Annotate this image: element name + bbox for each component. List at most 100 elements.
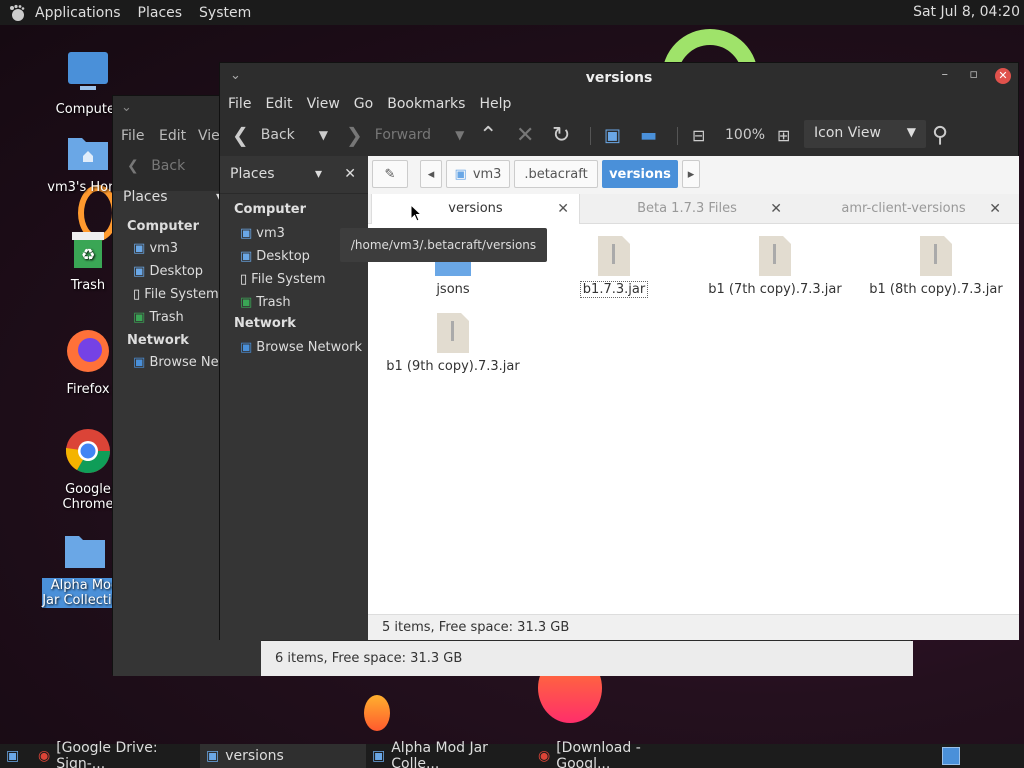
back-button[interactable]: ❮ Back — [127, 158, 185, 174]
close-icon[interactable]: ✕ — [995, 68, 1011, 84]
zoom-out-icon[interactable]: ⊟ — [692, 119, 705, 151]
drive-icon: ▯ — [133, 287, 141, 302]
home-folder-icon[interactable]: ▣ — [604, 119, 621, 151]
sidebar-item-label: Desktop — [256, 249, 310, 264]
tab-amr-client-versions[interactable]: amr-client-versions ✕ — [796, 194, 1011, 224]
taskbar-item-download[interactable]: ◉ [Download - Googl... — [532, 740, 698, 768]
tab-label: versions — [448, 201, 503, 216]
taskbar-item-label: Alpha Mod Jar Colle... — [391, 740, 488, 768]
close-tab-icon[interactable]: ✕ — [770, 194, 782, 224]
sidebar-item-browse-network[interactable]: ▣ Browse Network — [220, 336, 368, 359]
folder-icon — [65, 536, 105, 568]
close-tab-icon[interactable]: ✕ — [989, 194, 1001, 224]
home-folder-icon — [68, 138, 108, 170]
path-segment-betacraft[interactable]: .betacraft — [514, 160, 598, 188]
applications-menu[interactable]: Applications — [35, 5, 121, 21]
back-label: Back — [151, 158, 186, 174]
close-sidebar-icon[interactable]: ✕ — [344, 156, 356, 192]
trash-icon: ▣ — [133, 310, 146, 325]
archive-icon — [759, 236, 791, 276]
menu-file[interactable]: File — [121, 128, 144, 144]
sidebar-item-trash[interactable]: ▣ Trash — [220, 291, 368, 314]
window-title[interactable]: versions — [220, 63, 1018, 93]
zoom-in-icon[interactable]: ⊞ — [777, 119, 790, 151]
desktop-icon: ▣ — [6, 748, 20, 764]
path-segment-versions[interactable]: versions — [602, 160, 678, 188]
edit-icon: ✎ — [384, 166, 396, 182]
main-file-manager-window[interactable]: versions ⌄ – ▫ ✕ File Edit View Go Bookm… — [219, 62, 1019, 640]
desktop-folder-icon: ▣ — [240, 249, 253, 264]
window-menu-chevron-icon[interactable]: ⌄ — [121, 100, 132, 115]
computer-icon[interactable]: ▬ — [640, 119, 657, 151]
back-history-chevron-icon[interactable]: ▼ — [319, 128, 328, 142]
menu-view[interactable]: View — [307, 96, 340, 112]
toolbar: ❮ Back ▼ ❯ Forward ▼ ⌃ ✕ ↻ ▣ ▬ ⊟ 100% ⊞ … — [220, 119, 1018, 155]
trash-icon: ♻ — [72, 232, 104, 268]
workspace-switcher[interactable] — [936, 744, 960, 768]
menu-help[interactable]: Help — [479, 96, 511, 112]
minimize-icon[interactable]: – — [942, 67, 949, 82]
forward-label: Forward — [374, 127, 432, 143]
path-scroll-left-button[interactable]: ◂ — [420, 160, 442, 188]
taskbar-item-alpha-mod[interactable]: ▣ Alpha Mod Jar Colle... — [366, 740, 532, 768]
chrome-icon: ◉ — [38, 748, 51, 764]
show-desktop-button[interactable]: ▣ — [0, 744, 26, 768]
top-panel: Applications Places System Sat Jul 8, 04… — [0, 0, 1024, 25]
places-header-label: Places — [123, 189, 168, 205]
archive-icon — [598, 236, 630, 276]
places-menu[interactable]: Places — [138, 5, 183, 21]
view-mode-select[interactable]: Icon View ▼ — [804, 120, 926, 148]
stop-icon[interactable]: ✕ — [516, 119, 534, 151]
file-name: b1.7.3.jar — [579, 281, 649, 298]
menu-go[interactable]: Go — [354, 96, 373, 112]
toggle-location-entry-button[interactable]: ✎ — [372, 160, 408, 188]
trash-icon: ▣ — [240, 295, 253, 310]
menu-edit[interactable]: Edit — [265, 96, 292, 112]
taskbar-item-label: [Download - Googl... — [556, 740, 641, 768]
taskbar-item-label: versions — [225, 748, 284, 764]
search-icon[interactable]: ⚲ — [932, 119, 948, 151]
home-folder-icon: ▣ — [240, 226, 253, 241]
gnome-foot-icon[interactable] — [8, 4, 26, 22]
forward-button[interactable]: ❯ Forward ▼ — [346, 119, 464, 151]
forward-history-chevron-icon[interactable]: ▼ — [455, 128, 464, 142]
file-item-b1-9th-copy-jar[interactable]: b1 (9th copy).7.3.jar — [378, 311, 528, 374]
tab-label: Beta 1.7.3 Files — [637, 201, 737, 216]
path-scroll-right-button[interactable]: ▸ — [682, 160, 700, 188]
chevron-right-icon: ▸ — [687, 166, 695, 182]
file-item-b1-7-3-jar[interactable]: b1.7.3.jar — [539, 234, 689, 298]
menu-bookmarks[interactable]: Bookmarks — [387, 96, 465, 112]
sidebar-item-filesystem[interactable]: ▯ File System — [220, 268, 368, 291]
tab-beta-files[interactable]: Beta 1.7.3 Files ✕ — [582, 194, 792, 224]
back-button[interactable]: ❮ Back ▼ — [232, 119, 328, 151]
file-grid: jsons b1.7.3.jar b1 (7th copy).7.3.jar b… — [368, 224, 1019, 610]
taskbar-item-google-drive[interactable]: ◉ [Google Drive: Sign-... — [32, 740, 198, 768]
places-header-label: Places — [230, 166, 275, 182]
menu-edit[interactable]: Edit — [159, 128, 186, 144]
close-tab-icon[interactable]: ✕ — [557, 194, 569, 224]
tab-versions[interactable]: versions ✕ — [371, 194, 580, 224]
file-item-b1-7th-copy-jar[interactable]: b1 (7th copy).7.3.jar — [700, 234, 850, 297]
chrome-icon — [66, 429, 110, 473]
file-item-b1-8th-copy-jar[interactable]: b1 (8th copy).7.3.jar — [861, 234, 1011, 297]
menu-file[interactable]: File — [228, 96, 251, 112]
places-header[interactable]: Places ▾ ✕ — [220, 156, 368, 194]
sidebar-item-label: Browse Network — [256, 340, 363, 355]
system-menu[interactable]: System — [199, 5, 251, 21]
home-folder-icon: ▣ — [133, 241, 146, 256]
taskbar: ▣ ◉ [Google Drive: Sign-... ▣ versions ▣… — [0, 740, 1024, 768]
tab-bar: versions ✕ Beta 1.7.3 Files ✕ amr-client… — [368, 194, 1019, 224]
taskbar-item-versions[interactable]: ▣ versions — [200, 744, 366, 768]
sidebar-item-label: File System — [251, 272, 326, 287]
back-arrow-icon: ❮ — [127, 158, 139, 174]
path-segment-label: vm3 — [472, 166, 502, 182]
up-icon[interactable]: ⌃ — [479, 119, 497, 151]
path-segment-vm3[interactable]: ▣ vm3 — [446, 160, 510, 188]
maximize-icon[interactable]: ▫ — [969, 67, 978, 82]
clock[interactable]: Sat Jul 8, 04:20 — [913, 4, 1020, 20]
reload-icon[interactable]: ↻ — [552, 119, 570, 151]
sidebar-item-label: vm3 — [149, 241, 179, 256]
toolbar-separator — [590, 127, 591, 145]
window-menu-chevron-icon[interactable]: ⌄ — [230, 68, 241, 83]
view-mode-label: Icon View — [814, 125, 881, 141]
